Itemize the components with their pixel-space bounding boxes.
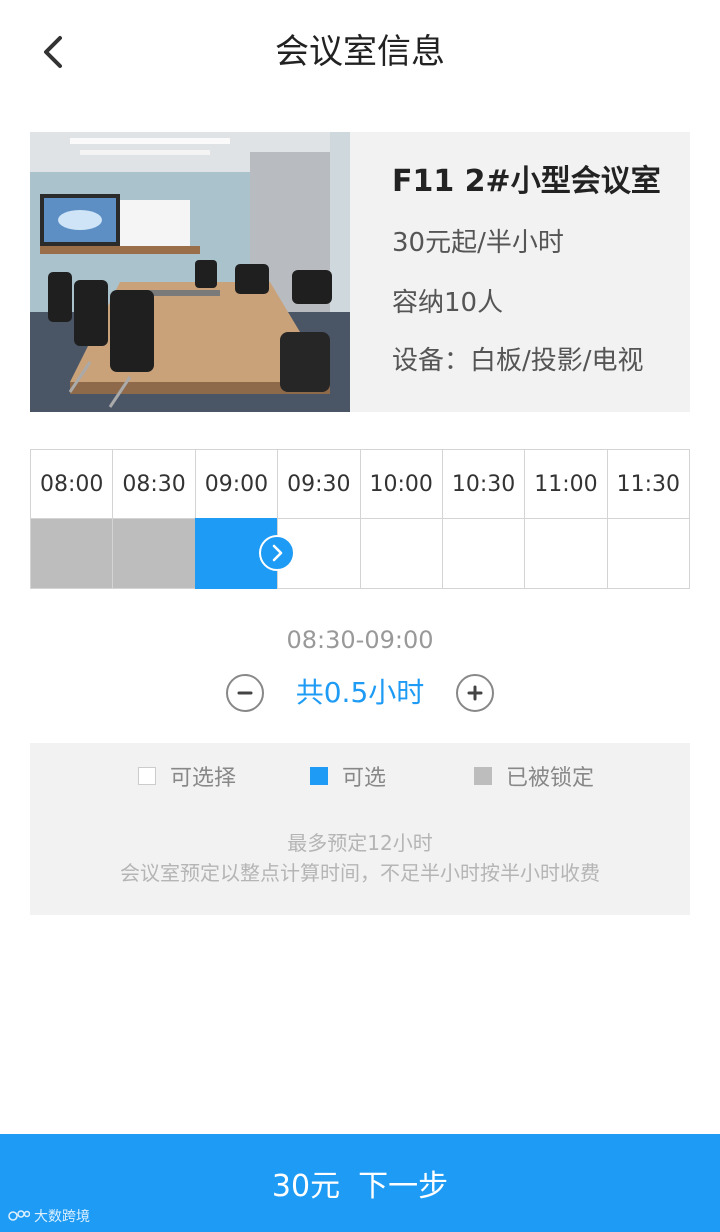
- swatch-selected-icon: [310, 767, 328, 785]
- increase-button[interactable]: [456, 674, 494, 712]
- legend-selected: 可选: [310, 761, 386, 791]
- swatch-locked-icon: [474, 767, 492, 785]
- watermark: 大数跨境: [8, 1206, 90, 1226]
- note-max-hours: 最多预定12小时: [287, 831, 433, 855]
- room-name: F11 2#小型会议室: [392, 164, 661, 199]
- time-label: 11:00: [524, 449, 608, 519]
- duration-stepper: 共0.5小时: [0, 672, 720, 716]
- room-info: F11 2#小型会议室 30元起/半小时 容纳10人 设备：白板/投影/电视: [392, 132, 690, 412]
- legend-free: 可选择: [138, 761, 236, 791]
- selected-range: 08:30-09:00: [286, 626, 434, 654]
- next-step-label: 下一步: [358, 1169, 449, 1204]
- time-slot[interactable]: [606, 518, 690, 589]
- time-slot[interactable]: [30, 518, 114, 589]
- time-slot[interactable]: [112, 518, 196, 589]
- time-label: 09:00: [194, 449, 279, 519]
- room-equipment: 设备：白板/投影/电视: [392, 346, 644, 376]
- duration-value: 共0.5小时: [295, 676, 425, 709]
- time-slot[interactable]: [194, 518, 296, 589]
- header-bar: 会议室信息: [0, 0, 720, 104]
- time-label: 08:30: [112, 449, 196, 519]
- chevron-right-icon: [272, 544, 283, 562]
- time-label-row: 08:00 08:30 09:00 09:30 10:00 10:30 11:0…: [30, 449, 690, 519]
- time-slot-row: [30, 518, 690, 589]
- time-slot[interactable]: [441, 518, 526, 589]
- legend-selected-label: 可选: [342, 766, 387, 791]
- time-label: 09:30: [277, 449, 361, 519]
- legend-free-label: 可选择: [170, 766, 237, 791]
- legend-locked: 已被锁定: [474, 761, 594, 791]
- logo-icon: [8, 1210, 30, 1221]
- time-label: 11:30: [606, 449, 690, 519]
- room-card: F11 2#小型会议室 30元起/半小时 容纳10人 设备：白板/投影/电视: [30, 132, 690, 412]
- room-photo: [30, 132, 350, 412]
- time-label: 10:30: [441, 449, 526, 519]
- drag-handle[interactable]: [259, 535, 296, 571]
- room-price: 30元起/半小时: [392, 228, 564, 258]
- note-billing-rule: 会议室预定以整点计算时间，不足半小时按半小时收费: [120, 861, 600, 885]
- total-price: 30元: [271, 1169, 341, 1204]
- time-slot-grid: 08:00 08:30 09:00 09:30 10:00 10:30 11:0…: [30, 449, 690, 589]
- time-slot[interactable]: [359, 518, 443, 589]
- plus-icon: [467, 685, 483, 701]
- page-title: 会议室信息: [275, 32, 445, 72]
- room-capacity: 容纳10人: [392, 288, 504, 318]
- watermark-text: 大数跨境: [34, 1209, 90, 1225]
- time-label: 08:00: [30, 449, 114, 519]
- legend-locked-label: 已被锁定: [506, 766, 595, 791]
- next-step-button[interactable]: 30元 下一步: [0, 1134, 720, 1232]
- legend-panel: 可选择 可选 已被锁定 最多预定12小时 会议室预定以整点计算时间，不足半小时按…: [30, 743, 690, 915]
- time-slot[interactable]: [524, 518, 608, 589]
- time-label: 10:00: [359, 449, 443, 519]
- swatch-free-icon: [138, 767, 156, 785]
